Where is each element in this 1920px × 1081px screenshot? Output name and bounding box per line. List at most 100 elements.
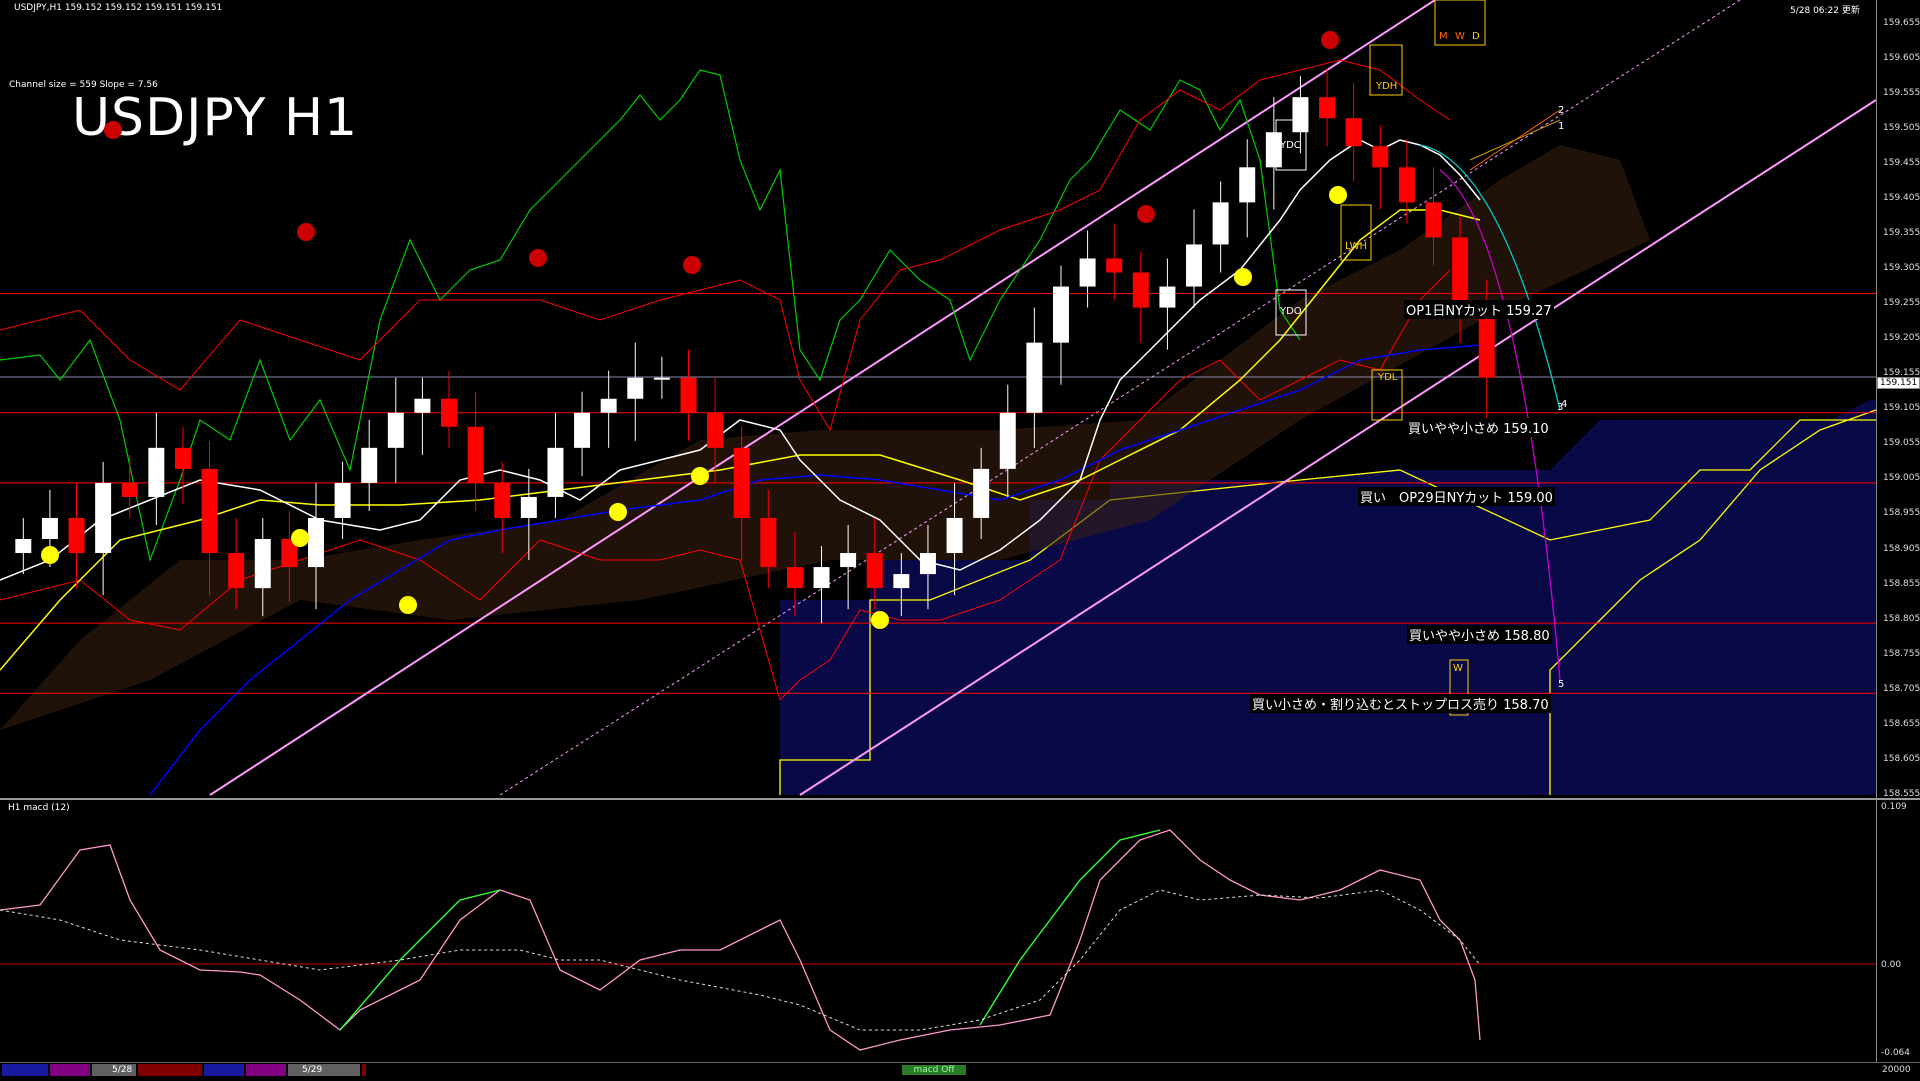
current-price-tag: 159.151 xyxy=(1877,377,1920,389)
d-label: D xyxy=(1472,31,1480,42)
swing-low-marker xyxy=(1234,268,1252,286)
swing-high-marker xyxy=(297,223,315,241)
swing-low-marker xyxy=(41,546,59,564)
candle-body xyxy=(308,517,324,568)
candle-body xyxy=(919,553,936,575)
level-label-158-70: 買い小さめ・割り込むとストップロス売り 158.70 xyxy=(1250,694,1551,713)
swing-high-marker xyxy=(104,121,122,139)
candle-body xyxy=(627,377,644,399)
level-label-op1: OP1日NYカット 159.27 xyxy=(1404,300,1554,319)
candle-body xyxy=(1452,237,1469,308)
num-4: 4 xyxy=(1561,399,1568,410)
price-chart[interactable] xyxy=(0,0,1920,800)
candle-body xyxy=(1372,146,1389,168)
candle-body xyxy=(1425,202,1442,238)
candle-body xyxy=(893,574,910,589)
candle-body xyxy=(414,398,431,413)
period-seg-2[interactable] xyxy=(50,1064,90,1076)
ydh-label: YDH xyxy=(1376,81,1398,92)
price-tick: 159.555 xyxy=(1883,87,1920,98)
candle-body xyxy=(467,426,484,483)
candle-body xyxy=(1132,272,1149,308)
swing-high-marker xyxy=(1137,205,1155,223)
candle-body xyxy=(999,412,1016,469)
date-label-0529: 5/29 xyxy=(302,1065,323,1075)
ydo-label: YDO xyxy=(1280,306,1302,317)
candle-body xyxy=(334,482,351,518)
macd-hist-value: 20000 xyxy=(1882,1065,1911,1075)
candle-body xyxy=(1239,167,1256,203)
candle-body xyxy=(547,447,564,497)
candle-body xyxy=(387,412,404,448)
macd-line-green-1 xyxy=(339,889,501,1031)
period-seg-1[interactable] xyxy=(2,1064,48,1076)
candle-body xyxy=(1079,258,1096,287)
candle-body xyxy=(228,553,245,589)
price-tick: 159.005 xyxy=(1883,473,1920,484)
price-tick: 159.605 xyxy=(1883,52,1920,63)
w2-label: W xyxy=(1453,663,1463,674)
price-tick: 158.655 xyxy=(1883,718,1920,729)
candle-body xyxy=(707,412,724,448)
macd-line-green-2 xyxy=(979,829,1161,1026)
price-tick: 159.305 xyxy=(1883,263,1920,273)
m-label: M xyxy=(1439,31,1448,42)
candle-body xyxy=(148,447,165,497)
candle-body xyxy=(1398,167,1415,203)
macd-signal xyxy=(0,889,1481,1031)
candle-body xyxy=(973,468,990,518)
price-tick: 159.255 xyxy=(1883,298,1920,309)
macd-chart[interactable] xyxy=(0,800,1876,1062)
candle-body xyxy=(254,539,271,589)
candle-body xyxy=(15,539,32,554)
candle-body xyxy=(653,377,670,380)
swing-high-marker xyxy=(529,249,547,267)
num-5: 5 xyxy=(1558,679,1565,690)
price-tick: 159.405 xyxy=(1883,192,1920,203)
macd-tick-top: 0.109 xyxy=(1881,802,1907,812)
candle-body xyxy=(121,482,138,497)
w-label: W xyxy=(1455,31,1465,42)
price-tick: 158.605 xyxy=(1883,753,1920,764)
candle-body xyxy=(600,398,617,413)
chart-window: USDJPY,H1 159.152 159.152 159.151 159.15… xyxy=(0,0,1920,1081)
swing-low-marker xyxy=(871,611,889,629)
candle-body xyxy=(733,447,750,518)
price-tick: 159.455 xyxy=(1883,157,1920,168)
price-tick: 158.755 xyxy=(1883,648,1920,659)
period-seg-7[interactable] xyxy=(288,1064,360,1076)
candle-body xyxy=(1345,118,1362,147)
num-2: 2 xyxy=(1558,105,1565,116)
candle-body xyxy=(760,517,777,568)
ydc-label: YDC xyxy=(1280,140,1301,151)
period-seg-5[interactable] xyxy=(204,1064,244,1076)
swing-low-marker xyxy=(399,596,417,614)
period-seg-4[interactable] xyxy=(138,1064,202,1076)
price-tick: 158.905 xyxy=(1883,543,1920,554)
candle-body xyxy=(840,553,857,568)
candle-body xyxy=(1319,97,1336,119)
candle-body xyxy=(786,567,803,589)
swing-low-marker xyxy=(609,503,627,521)
price-tick: 159.355 xyxy=(1883,227,1920,238)
candle-body xyxy=(1212,202,1229,245)
period-seg-6[interactable] xyxy=(246,1064,286,1076)
period-seg-8[interactable] xyxy=(362,1064,366,1076)
level-label-158-80: 買いやや小さめ 158.80 xyxy=(1407,625,1552,644)
candle-body xyxy=(574,412,591,448)
macd-tick-zero: 0.00 xyxy=(1881,960,1902,970)
candle-body xyxy=(1159,286,1176,308)
candle-body xyxy=(174,447,191,469)
candle-body xyxy=(866,553,883,589)
candle-body xyxy=(494,482,511,518)
candle-body xyxy=(41,517,58,540)
candle-body xyxy=(201,468,218,554)
level-label-op29: 買い OP29日NYカット 159.00 xyxy=(1358,487,1555,506)
swing-high-marker xyxy=(1321,31,1339,49)
level-label-159-10: 買いやや小さめ 159.10 xyxy=(1406,418,1551,437)
price-tick: 158.705 xyxy=(1883,683,1920,694)
price-tick: 158.955 xyxy=(1883,508,1920,519)
candle-body xyxy=(680,377,697,413)
macd-off-button[interactable]: macd Off xyxy=(902,1065,966,1075)
swing-high-marker xyxy=(683,256,701,274)
